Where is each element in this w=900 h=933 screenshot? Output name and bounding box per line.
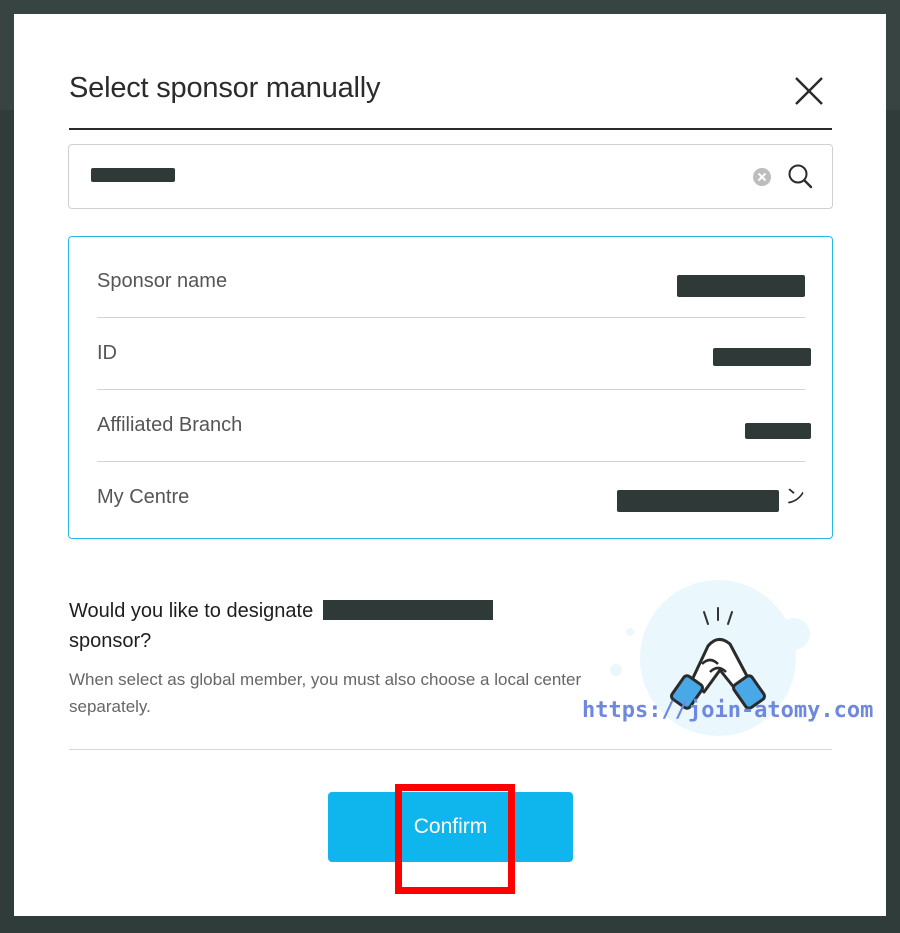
designate-question: Would you like to designate sponsor? xyxy=(69,596,539,656)
redacted-sponsor-in-question xyxy=(322,600,493,620)
confirm-button[interactable]: Confirm xyxy=(328,792,573,862)
watermark-url: https://join-atomy.com xyxy=(582,698,874,723)
branch-label: Affiliated Branch xyxy=(97,414,243,436)
footer-divider xyxy=(69,749,832,750)
sponsor-info-card: Sponsor name ID Affiliated Branch My Cen… xyxy=(68,236,833,539)
centre-label: My Centre xyxy=(97,486,190,508)
info-row-id: ID xyxy=(97,317,811,389)
select-sponsor-modal: Select sponsor manually Sponsor name xyxy=(14,14,886,916)
redacted-search-value xyxy=(91,168,175,182)
title-divider xyxy=(69,128,832,130)
redacted-id xyxy=(713,348,811,366)
centre-value: ン xyxy=(785,486,805,508)
question-suffix: sponsor? xyxy=(69,630,152,652)
id-label: ID xyxy=(97,342,117,364)
redacted-centre xyxy=(617,490,779,512)
global-member-note: When select as global member, you must a… xyxy=(69,670,582,716)
modal-title: Select sponsor manually xyxy=(69,72,381,104)
close-icon[interactable] xyxy=(792,74,826,108)
redacted-sponsor-name xyxy=(677,275,805,297)
sponsor-search-input[interactable] xyxy=(91,163,715,191)
info-row-sponsor-name: Sponsor name xyxy=(97,245,805,317)
sponsor-search-box xyxy=(68,144,833,209)
search-icon[interactable] xyxy=(786,162,814,190)
handshake-icon xyxy=(580,574,820,754)
info-row-branch: Affiliated Branch xyxy=(97,389,811,461)
sponsor-name-label: Sponsor name xyxy=(97,270,228,292)
info-row-centre: My Centre ン xyxy=(97,461,805,533)
clear-icon[interactable] xyxy=(752,167,772,187)
redacted-branch xyxy=(745,423,811,439)
question-prefix: Would you like to designate xyxy=(69,600,314,622)
